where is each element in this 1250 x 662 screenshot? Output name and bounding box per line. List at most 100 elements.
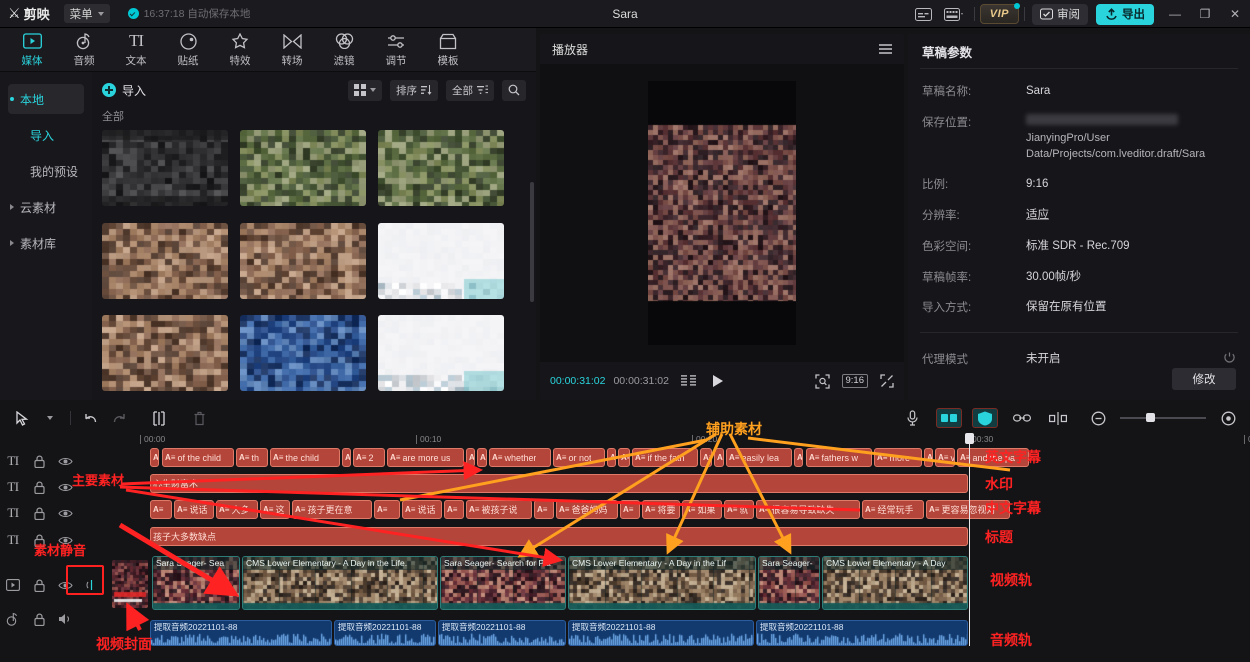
media-thumb-8[interactable] <box>240 315 366 391</box>
sidebar-item-云素材[interactable]: 云素材 <box>8 192 84 222</box>
text-clip[interactable]: A≡很容易导致缺失 <box>756 500 860 519</box>
lock-icon[interactable] <box>26 500 52 526</box>
text-track-icon[interactable]: TI <box>0 527 26 553</box>
text-clip[interactable]: A≡ <box>714 448 724 467</box>
zoom-slider[interactable] <box>1120 417 1206 419</box>
text-clip[interactable]: A≡ <box>477 448 487 467</box>
text-clip[interactable]: A≡more <box>874 448 922 467</box>
auto-subtitle-button[interactable] <box>936 408 962 428</box>
text-clip[interactable]: A≡if the fath <box>632 448 698 467</box>
vip-button[interactable]: VIP <box>980 4 1019 24</box>
text-clip[interactable]: A≡ <box>618 448 630 467</box>
text-clip[interactable]: A≡are more us <box>387 448 464 467</box>
sidebar-item-我的预设[interactable]: 我的预设 <box>8 156 84 186</box>
sidebar-item-本地[interactable]: 本地 <box>8 84 84 114</box>
text-clip[interactable]: A≡or not <box>553 448 605 467</box>
text-clip[interactable]: A≡the child <box>270 448 340 467</box>
play-icon[interactable] <box>711 374 724 388</box>
text-clip[interactable]: A≡v <box>935 448 955 467</box>
text-clip[interactable]: A≡ <box>924 448 933 467</box>
text-clip[interactable]: A≡easily lea <box>726 448 792 467</box>
aspect-ratio-badge[interactable]: 9:16 <box>842 374 869 388</box>
media-thumb-1[interactable] <box>102 130 228 206</box>
sort-button[interactable]: 排序 <box>390 80 438 101</box>
video-clip[interactable]: Sara Seager- Search for Pla <box>440 556 566 610</box>
split-button[interactable] <box>145 405 173 431</box>
title-clip[interactable]: 孩子大多数缺点 <box>150 527 968 546</box>
text-clip[interactable]: A≡ <box>620 500 640 519</box>
text-track-icon[interactable]: TI <box>0 448 26 474</box>
redo-button[interactable] <box>105 405 133 431</box>
audio-clip[interactable]: 提取音频20221101-88 <box>756 620 968 646</box>
text-clip[interactable]: A≡孩子更在意 <box>292 500 372 519</box>
toolbar-item-特效[interactable]: 特效 <box>214 29 266 71</box>
media-thumb-4[interactable] <box>102 223 228 299</box>
import-button[interactable]: 导入 <box>102 82 146 99</box>
zoom-in-button[interactable] <box>1214 405 1242 431</box>
fullscreen-icon[interactable] <box>880 374 894 388</box>
toolbar-item-滤镜[interactable]: 滤镜 <box>318 29 370 71</box>
audio-clip[interactable]: 提取音频20221101-88 <box>568 620 754 646</box>
media-thumb-7[interactable] <box>102 315 228 391</box>
lock-icon[interactable] <box>26 448 52 474</box>
sidebar-item-导入[interactable]: 导入 <box>8 120 84 150</box>
video-clip[interactable]: CMS Lower Elementary - A Day in the Life… <box>242 556 438 610</box>
text-clip[interactable]: A≡ <box>794 448 803 467</box>
playhead[interactable] <box>969 434 970 646</box>
media-thumb-6[interactable] <box>378 223 504 299</box>
review-button[interactable]: 审阅 <box>1032 4 1088 25</box>
record-audio-button[interactable] <box>898 405 926 431</box>
lock-icon[interactable] <box>26 572 52 598</box>
zoom-out-button[interactable] <box>1084 405 1112 431</box>
text-clip[interactable]: A≡ <box>444 500 464 519</box>
view-mode-button[interactable] <box>348 80 382 101</box>
media-thumb-2[interactable] <box>240 130 366 206</box>
toolbar-item-音频[interactable]: 音频 <box>58 29 110 71</box>
audio-track-icon[interactable] <box>0 606 26 632</box>
caption-icon[interactable] <box>909 0 939 28</box>
video-clip[interactable]: CMS Lower Elementary - A Day <box>822 556 968 610</box>
search-button[interactable] <box>502 80 526 101</box>
text-clip[interactable]: A≡ <box>374 500 400 519</box>
text-clip[interactable]: A≡如果 <box>682 500 722 519</box>
modify-button[interactable]: 修改 <box>1172 368 1236 390</box>
text-clip[interactable]: A≡whether <box>489 448 551 467</box>
fit-screen-icon[interactable] <box>815 374 830 389</box>
zoom-slider-knob[interactable] <box>1146 413 1155 422</box>
delete-button[interactable] <box>185 405 213 431</box>
text-clip[interactable]: A≡就 <box>724 500 754 519</box>
text-clip[interactable]: A≡ <box>607 448 616 467</box>
text-clip[interactable]: A≡经常玩手 <box>862 500 924 519</box>
video-clip[interactable]: Sara Seager- Sea <box>152 556 240 610</box>
frames-icon[interactable] <box>681 375 697 387</box>
text-clip[interactable]: A≡爸爸妈妈 <box>556 500 618 519</box>
toolbar-item-调节[interactable]: 调节 <box>370 29 422 71</box>
text-clip[interactable]: A≡th <box>236 448 268 467</box>
media-thumb-3[interactable] <box>378 130 504 206</box>
link-clips-button[interactable] <box>1008 405 1036 431</box>
toolbar-item-转场[interactable]: 转场 <box>266 29 318 71</box>
text-track-icon[interactable]: TI <box>0 474 26 500</box>
toolbar-item-文本[interactable]: TI文本 <box>110 29 162 71</box>
text-clip[interactable]: A≡说话 <box>402 500 442 519</box>
media-thumb-9[interactable] <box>378 315 504 391</box>
speaker-icon[interactable] <box>52 606 78 632</box>
text-clip[interactable]: A≡ <box>466 448 475 467</box>
undo-button[interactable] <box>77 405 105 431</box>
video-clip[interactable]: CMS Lower Elementary - A Day in the Lif <box>568 556 756 610</box>
text-clip[interactable]: A≡ <box>150 448 159 467</box>
text-clip[interactable]: A≡2 <box>353 448 385 467</box>
select-tool[interactable] <box>8 405 36 431</box>
maximize-button[interactable]: ❐ <box>1190 0 1220 28</box>
video-clip[interactable]: Sara Seager- <box>758 556 820 610</box>
video-cover-thumbnail[interactable] <box>112 560 148 608</box>
text-clip[interactable]: A≡大多 <box>216 500 258 519</box>
toolbar-item-模板[interactable]: 模板 <box>422 29 474 71</box>
sidebar-item-素材库[interactable]: 素材库 <box>8 228 84 258</box>
text-clip[interactable]: A≡这 <box>260 500 290 519</box>
power-icon[interactable] <box>1223 351 1236 367</box>
text-clip[interactable]: A≡of the child <box>162 448 234 467</box>
text-clip[interactable]: A≡被孩子说 <box>466 500 532 519</box>
lock-icon[interactable] <box>26 474 52 500</box>
text-clip[interactable]: A≡ <box>700 448 712 467</box>
